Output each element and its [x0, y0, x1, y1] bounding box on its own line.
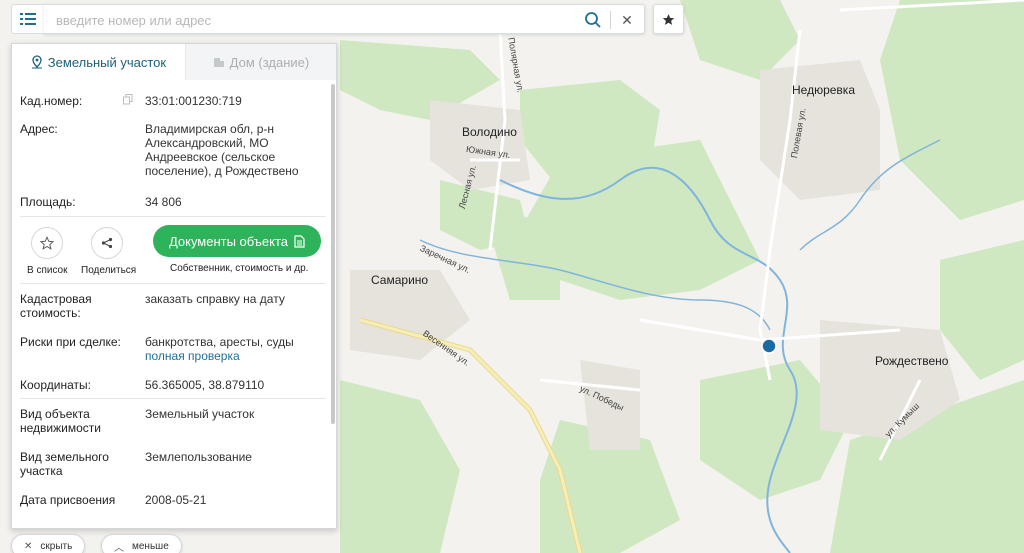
place-label-rozhdestveno: Рождествено	[875, 354, 949, 368]
tab-land-plot-label: Земельный участок	[47, 54, 167, 70]
assign-date-key: Дата присвоения	[20, 493, 116, 507]
address-value: Владимирская обл, р-н Александровский, М…	[145, 122, 320, 178]
divider	[20, 216, 326, 217]
copy-icon[interactable]	[123, 94, 133, 105]
address-line: Александровский, МО	[145, 136, 269, 150]
coords-key: Координаты:	[20, 378, 91, 392]
place-label-nedyurevka: Недюревка	[792, 83, 855, 97]
add-to-list-button[interactable]	[31, 227, 63, 259]
favorites-button[interactable]	[653, 4, 684, 34]
documents-subtitle: Собственник, стоимость и др.	[170, 263, 309, 274]
land-type-value: Землепользование	[145, 450, 252, 464]
object-documents-button[interactable]: Документы объекта	[153, 225, 321, 257]
address-key: Адрес:	[20, 122, 58, 136]
cad-number-key: Кад.номер:	[20, 94, 83, 108]
action-bar: В список Поделиться Документы объекта Со…	[12, 222, 330, 288]
tab-land-plot[interactable]: Земельный участок	[12, 44, 185, 80]
place-label-samarino: Самарино	[371, 273, 429, 287]
key-line: Вид земельного	[20, 450, 109, 464]
menu-button[interactable]	[11, 4, 45, 34]
object-type-value: Земельный участок	[145, 407, 255, 421]
tab-building[interactable]: Дом (здание)	[184, 44, 336, 80]
search-bar: ✕	[44, 4, 645, 34]
order-certificate-link[interactable]: заказать справку на дату	[145, 292, 320, 306]
tab-bar: Земельный участок Дом (здание)	[12, 44, 336, 80]
close-icon: ✕	[24, 540, 33, 552]
key-line: недвижимости	[20, 421, 101, 435]
hide-panel-label: скрыть	[40, 540, 73, 552]
cad-value-key: Кадастровая стоимость:	[20, 292, 135, 320]
assign-date-value: 2008-05-21	[145, 493, 207, 507]
chevron-up-icon: ︿	[114, 542, 124, 553]
key-line: участка	[20, 464, 63, 478]
address-line: Владимирская обл, р-н	[145, 122, 275, 136]
divider	[20, 283, 326, 284]
collapse-panel-button[interactable]: ︿ меньше	[101, 534, 182, 553]
address-line: поселение), д Рождествено	[145, 164, 299, 178]
panel-scrollbar[interactable]	[331, 84, 335, 424]
risks-text: банкротства, аресты, суды	[145, 335, 294, 349]
star-outline-icon	[40, 236, 54, 250]
area-value: 34 806	[145, 195, 182, 209]
tab-building-label: Дом (здание)	[229, 54, 310, 70]
share-label: Поделиться	[81, 265, 137, 276]
land-type-key: Вид земельного участка	[20, 450, 135, 478]
close-icon[interactable]: ✕	[618, 11, 636, 29]
location-pin-icon	[31, 55, 42, 69]
place-label-volodino: Володино	[462, 125, 517, 139]
divider	[20, 398, 326, 399]
risks-value: банкротства, аресты, суды полная проверк…	[145, 335, 320, 363]
address-line: Андреевское (сельское	[145, 150, 276, 164]
coords-value: 56.365005, 38.879110	[145, 378, 265, 392]
hide-panel-button[interactable]: ✕ скрыть	[11, 534, 86, 553]
add-to-list-label: В список	[27, 265, 68, 276]
full-check-link[interactable]: полная проверка	[145, 349, 320, 363]
area-key: Площадь:	[20, 195, 76, 209]
object-info-panel: Земельный участок Дом (здание) Кад.номер…	[11, 43, 337, 529]
collapse-panel-label: меньше	[132, 540, 169, 552]
star-icon	[662, 13, 675, 25]
object-type-key: Вид объекта недвижимости	[20, 407, 135, 435]
search-icon[interactable]	[584, 11, 602, 29]
location-marker	[761, 338, 777, 354]
key-line: стоимость:	[20, 306, 81, 320]
share-icon	[101, 237, 113, 249]
menu-icon	[20, 13, 36, 25]
risks-key: Риски при сделке:	[20, 335, 121, 349]
key-line: Кадастровая	[20, 292, 92, 306]
search-divider	[610, 11, 611, 29]
object-documents-label: Документы объекта	[168, 233, 289, 249]
document-icon	[294, 234, 305, 248]
cad-number-value[interactable]: 33:01:001230:719	[145, 94, 320, 108]
share-button[interactable]	[91, 227, 123, 259]
building-icon	[213, 58, 224, 67]
search-input[interactable]	[56, 11, 566, 29]
key-line: Вид объекта	[20, 407, 90, 421]
